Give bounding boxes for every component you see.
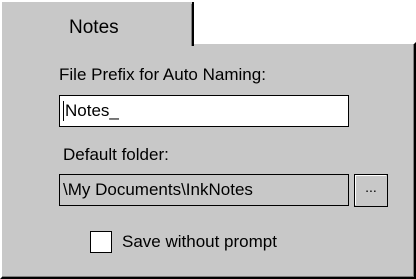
- notes-settings-dialog: Notes File Prefix for Auto Naming: Notes…: [0, 0, 416, 279]
- browse-folder-button-label: ...: [365, 179, 377, 195]
- panel-edge-shadow-right: [413, 44, 414, 277]
- file-prefix-input[interactable]: Notes_: [59, 95, 349, 127]
- default-folder-field: \My Documents\InkNotes: [59, 174, 349, 206]
- save-without-prompt-label[interactable]: Save without prompt: [122, 232, 277, 252]
- default-folder-label: Default folder:: [63, 145, 169, 164]
- panel-edge-shadow-bottom: [2, 276, 414, 277]
- default-folder-value: \My Documents\InkNotes: [63, 180, 253, 199]
- notes-tab-panel: File Prefix for Auto Naming: Notes_ Defa…: [0, 42, 416, 279]
- tab-notes[interactable]: Notes: [0, 0, 194, 46]
- text-caret: [63, 101, 64, 121]
- browse-folder-button[interactable]: ...: [354, 174, 388, 207]
- file-prefix-label: File Prefix for Auto Naming:: [59, 65, 266, 84]
- tab-notes-label: Notes: [69, 17, 119, 38]
- save-without-prompt-checkbox[interactable]: [90, 231, 112, 253]
- file-prefix-value: Notes_: [65, 101, 119, 120]
